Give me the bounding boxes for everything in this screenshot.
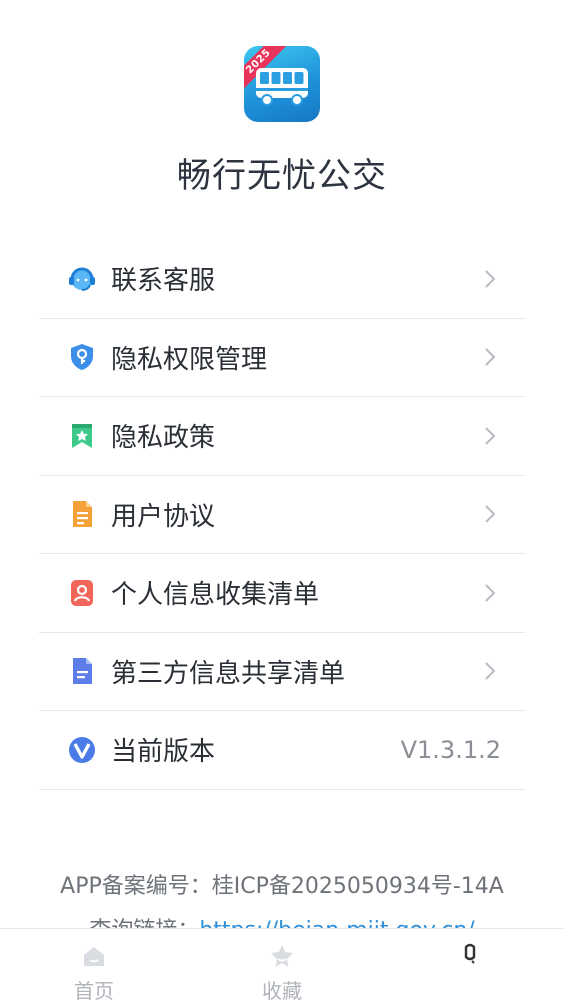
profile-icon (464, 943, 476, 964)
menu-item-label: 当前版本 (111, 737, 216, 768)
icp-record-label: APP备案编号： (60, 874, 212, 899)
star-icon (271, 945, 293, 967)
v-logo-icon (67, 735, 97, 765)
home-icon (84, 947, 104, 966)
icp-record-number: 桂ICP备2025050934号-14A (211, 874, 504, 899)
menu-item-personal-info-list[interactable]: 个人信息收集清单 (39, 554, 525, 633)
chevron-right-icon (485, 505, 496, 523)
person-card-icon (67, 578, 97, 608)
shield-key-icon (67, 342, 97, 372)
menu-item-current-version[interactable]: 当前版本 V1.3.1.2 (39, 711, 525, 790)
menu-item-privacy-permissions[interactable]: 隐私权限管理 (39, 319, 525, 397)
about-page: 2025 畅行无忧公交 联系客服 隐私权限管理 隐私政策 用户协议 个人信息收集… (0, 0, 564, 1004)
chevron-right-icon (485, 348, 496, 366)
menu-item-privacy-policy[interactable]: 隐私政策 (39, 397, 525, 476)
chevron-right-icon (485, 584, 496, 602)
app-name: 畅行无忧公交 (177, 156, 387, 196)
tab-label: 收藏 (262, 979, 302, 1003)
file-lines-icon (67, 656, 97, 686)
tab-label: 首页 (74, 979, 114, 1003)
menu-item-label: 第三方信息共享清单 (111, 658, 346, 689)
bus-icon (256, 68, 308, 106)
menu-item-label: 个人信息收集清单 (111, 580, 320, 611)
document-icon (67, 499, 97, 529)
menu-item-label: 隐私政策 (111, 423, 216, 454)
bookmark-star-icon (67, 421, 97, 451)
menu-item-label: 隐私权限管理 (111, 344, 268, 375)
settings-menu: 联系客服 隐私权限管理 隐私政策 用户协议 个人信息收集清单 第三方信息共享清单… (39, 240, 525, 790)
chevron-right-icon (485, 662, 496, 680)
bottom-tab-bar: 首页 收藏 (0, 928, 564, 1004)
menu-item-label: 联系客服 (111, 266, 216, 297)
menu-item-user-agreement[interactable]: 用户协议 (39, 476, 525, 554)
app-logo: 2025 (244, 46, 320, 122)
icp-record: APP备案编号：桂ICP备2025050934号-14A (0, 868, 564, 900)
tab-home[interactable]: 首页 (34, 929, 154, 1004)
chevron-right-icon (485, 427, 496, 445)
tab-profile[interactable] (410, 929, 530, 1004)
headset-icon (67, 264, 97, 294)
version-number: V1.3.1.2 (400, 735, 501, 764)
menu-item-third-party-sharing-list[interactable]: 第三方信息共享清单 (39, 633, 525, 711)
menu-item-contact-service[interactable]: 联系客服 (39, 240, 525, 319)
menu-item-label: 用户协议 (111, 501, 216, 532)
chevron-right-icon (485, 270, 496, 288)
tab-favorites[interactable]: 收藏 (222, 929, 342, 1004)
